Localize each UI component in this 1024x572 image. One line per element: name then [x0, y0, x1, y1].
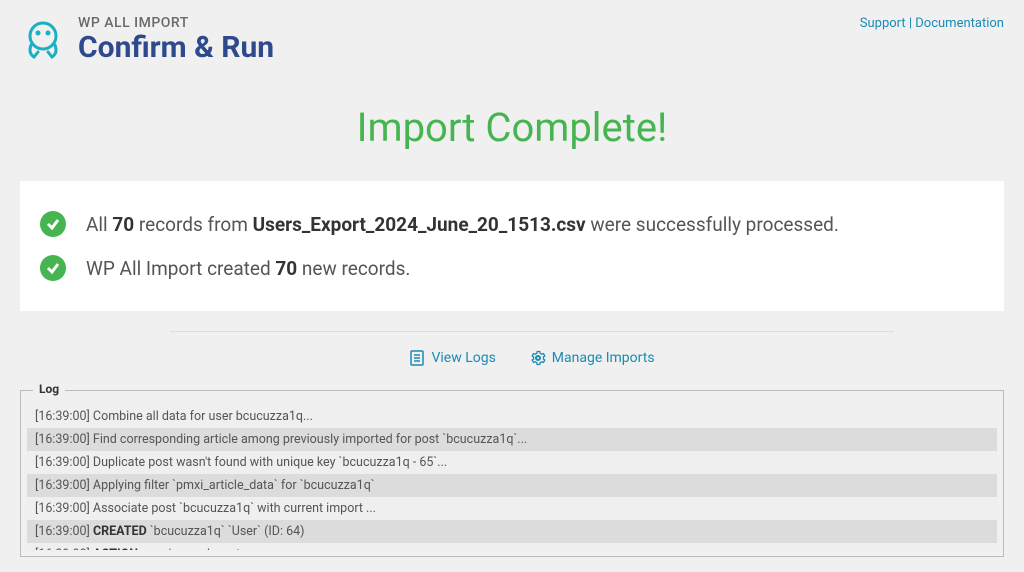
- text-fragment: records from: [134, 213, 252, 236]
- text-fragment: All: [86, 213, 112, 236]
- log-body[interactable]: [16:39:00] Combine all data for user bcu…: [27, 405, 997, 550]
- source-filename: Users_Export_2024_June_20_1513.csv: [253, 213, 586, 236]
- view-logs-link[interactable]: View Logs: [409, 350, 495, 366]
- log-legend: Log: [33, 382, 65, 396]
- log-row: [16:39:00] Duplicate post wasn't found w…: [27, 451, 997, 474]
- header-title: Confirm & Run: [78, 31, 274, 64]
- log-panel: Log [16:39:00] Combine all data for user…: [20, 390, 1004, 557]
- log-row: [16:39:00] Combine all data for user bcu…: [27, 405, 997, 428]
- import-complete-heading: Import Complete!: [0, 104, 1024, 151]
- text-fragment: were successfully processed.: [586, 213, 839, 236]
- checkmark-icon: [40, 211, 66, 237]
- log-row: [16:39:00] Applying filter `pmxi_article…: [27, 474, 997, 497]
- page-header: WP ALL IMPORT Confirm & Run Support | Do…: [0, 0, 1024, 74]
- summary-row-processed: All 70 records from Users_Export_2024_Ju…: [40, 211, 984, 237]
- log-row: [16:39:00] Find corresponding article am…: [27, 428, 997, 451]
- gear-icon: [530, 350, 546, 366]
- created-count: 70: [275, 257, 297, 280]
- checkmark-icon: [40, 255, 66, 281]
- text-fragment: WP All Import created: [86, 257, 275, 280]
- summary-card: All 70 records from Users_Export_2024_Ju…: [20, 181, 1004, 311]
- summary-text-processed: All 70 records from Users_Export_2024_Ju…: [86, 213, 839, 236]
- logs-icon: [409, 350, 425, 366]
- log-row: [16:39:00] ACTION: pmxi_saved_post: [27, 543, 997, 550]
- manage-imports-label: Manage Imports: [552, 350, 655, 366]
- header-titles: WP ALL IMPORT Confirm & Run: [78, 16, 274, 64]
- header-left: WP ALL IMPORT Confirm & Run: [20, 16, 274, 64]
- support-link[interactable]: Support: [860, 16, 906, 31]
- header-right-links: Support | Documentation: [860, 16, 1004, 31]
- actions-bar: View Logs Manage Imports: [170, 331, 894, 370]
- wpai-logo-icon: [20, 17, 66, 63]
- summary-text-created: WP All Import created 70 new records.: [86, 257, 410, 280]
- log-row: [16:39:00] CREATED `bcucuzza1q` `User` (…: [27, 520, 997, 543]
- summary-row-created: WP All Import created 70 new records.: [40, 255, 984, 281]
- link-separator: |: [906, 16, 916, 31]
- manage-imports-link[interactable]: Manage Imports: [530, 350, 655, 366]
- records-count: 70: [112, 213, 134, 236]
- log-row: [16:39:00] Associate post `bcucuzza1q` w…: [27, 497, 997, 520]
- header-subtitle: WP ALL IMPORT: [78, 16, 274, 31]
- documentation-link[interactable]: Documentation: [915, 16, 1004, 31]
- text-fragment: new records.: [297, 257, 410, 280]
- view-logs-label: View Logs: [431, 350, 495, 366]
